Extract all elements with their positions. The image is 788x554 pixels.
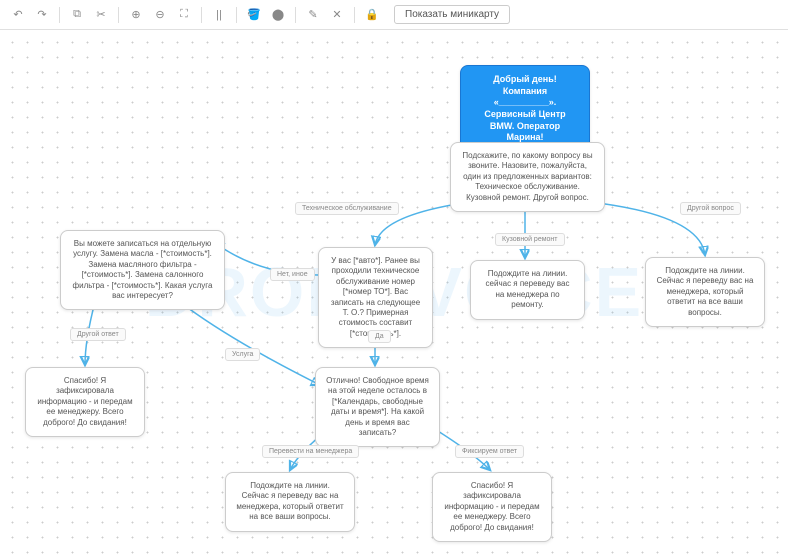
edge-other: Другой вопрос bbox=[680, 202, 741, 215]
edge-other-answer: Другой ответ bbox=[70, 328, 126, 341]
edge-tech-service: Техническое обслуживание bbox=[295, 202, 399, 215]
node-body-repair[interactable]: Подождите на линии. сейчас я переведу ва… bbox=[470, 260, 585, 320]
pause-icon[interactable]: || bbox=[209, 5, 229, 25]
edge-fix-answer: Фиксируем ответ bbox=[455, 445, 524, 458]
redo-icon[interactable]: ↷ bbox=[32, 5, 52, 25]
node-question[interactable]: Подскажите, по какому вопросу вы звоните… bbox=[450, 142, 605, 212]
node-manager[interactable]: Подождите на линии. Сейчас я переведу ва… bbox=[225, 472, 355, 532]
edge-service: Услуга bbox=[225, 348, 260, 361]
delete-icon[interactable]: ✕ bbox=[327, 5, 347, 25]
fit-icon[interactable]: ⛶ bbox=[174, 5, 194, 25]
color-icon[interactable]: ⬤ bbox=[268, 5, 288, 25]
toolbar: ↶ ↷ ⧉ ✂ ⊕ ⊖ ⛶ || 🪣 ⬤ ✎ ✕ 🔒 Показать мини… bbox=[0, 0, 788, 30]
node-start[interactable]: Добрый день! Компания «__________». Серв… bbox=[460, 65, 590, 153]
zoom-in-icon[interactable]: ⊕ bbox=[126, 5, 146, 25]
copy-icon[interactable]: ⧉ bbox=[67, 5, 87, 25]
undo-icon[interactable]: ↶ bbox=[8, 5, 28, 25]
edge-body-repair: Кузовной ремонт bbox=[495, 233, 565, 246]
edit-icon[interactable]: ✎ bbox=[303, 5, 323, 25]
node-services[interactable]: Вы можете записаться на отдельную услугу… bbox=[60, 230, 225, 310]
cut-icon[interactable]: ✂ bbox=[91, 5, 111, 25]
node-schedule[interactable]: Отлично! Свободное время на этой неделе … bbox=[315, 367, 440, 447]
edge-no-other: Нет, иное bbox=[270, 268, 315, 281]
fill-icon[interactable]: 🪣 bbox=[244, 5, 264, 25]
show-minimap-button[interactable]: Показать миникарту bbox=[394, 5, 510, 24]
edge-to-manager: Перевести на менеджера bbox=[262, 445, 359, 458]
flowchart-canvas[interactable]: DROBOVOICE Добрый день! Компания «______… bbox=[0, 30, 788, 554]
zoom-out-icon[interactable]: ⊖ bbox=[150, 5, 170, 25]
node-thanks-2[interactable]: Спасибо! Я зафиксировала информацию - и … bbox=[432, 472, 552, 542]
lock-icon[interactable]: 🔒 bbox=[362, 5, 382, 25]
node-thanks-1[interactable]: Спасибо! Я зафиксировала информацию - и … bbox=[25, 367, 145, 437]
node-other-question[interactable]: Подождите на линии. Сейчас я переведу ва… bbox=[645, 257, 765, 327]
edge-yes: Да bbox=[368, 330, 391, 343]
